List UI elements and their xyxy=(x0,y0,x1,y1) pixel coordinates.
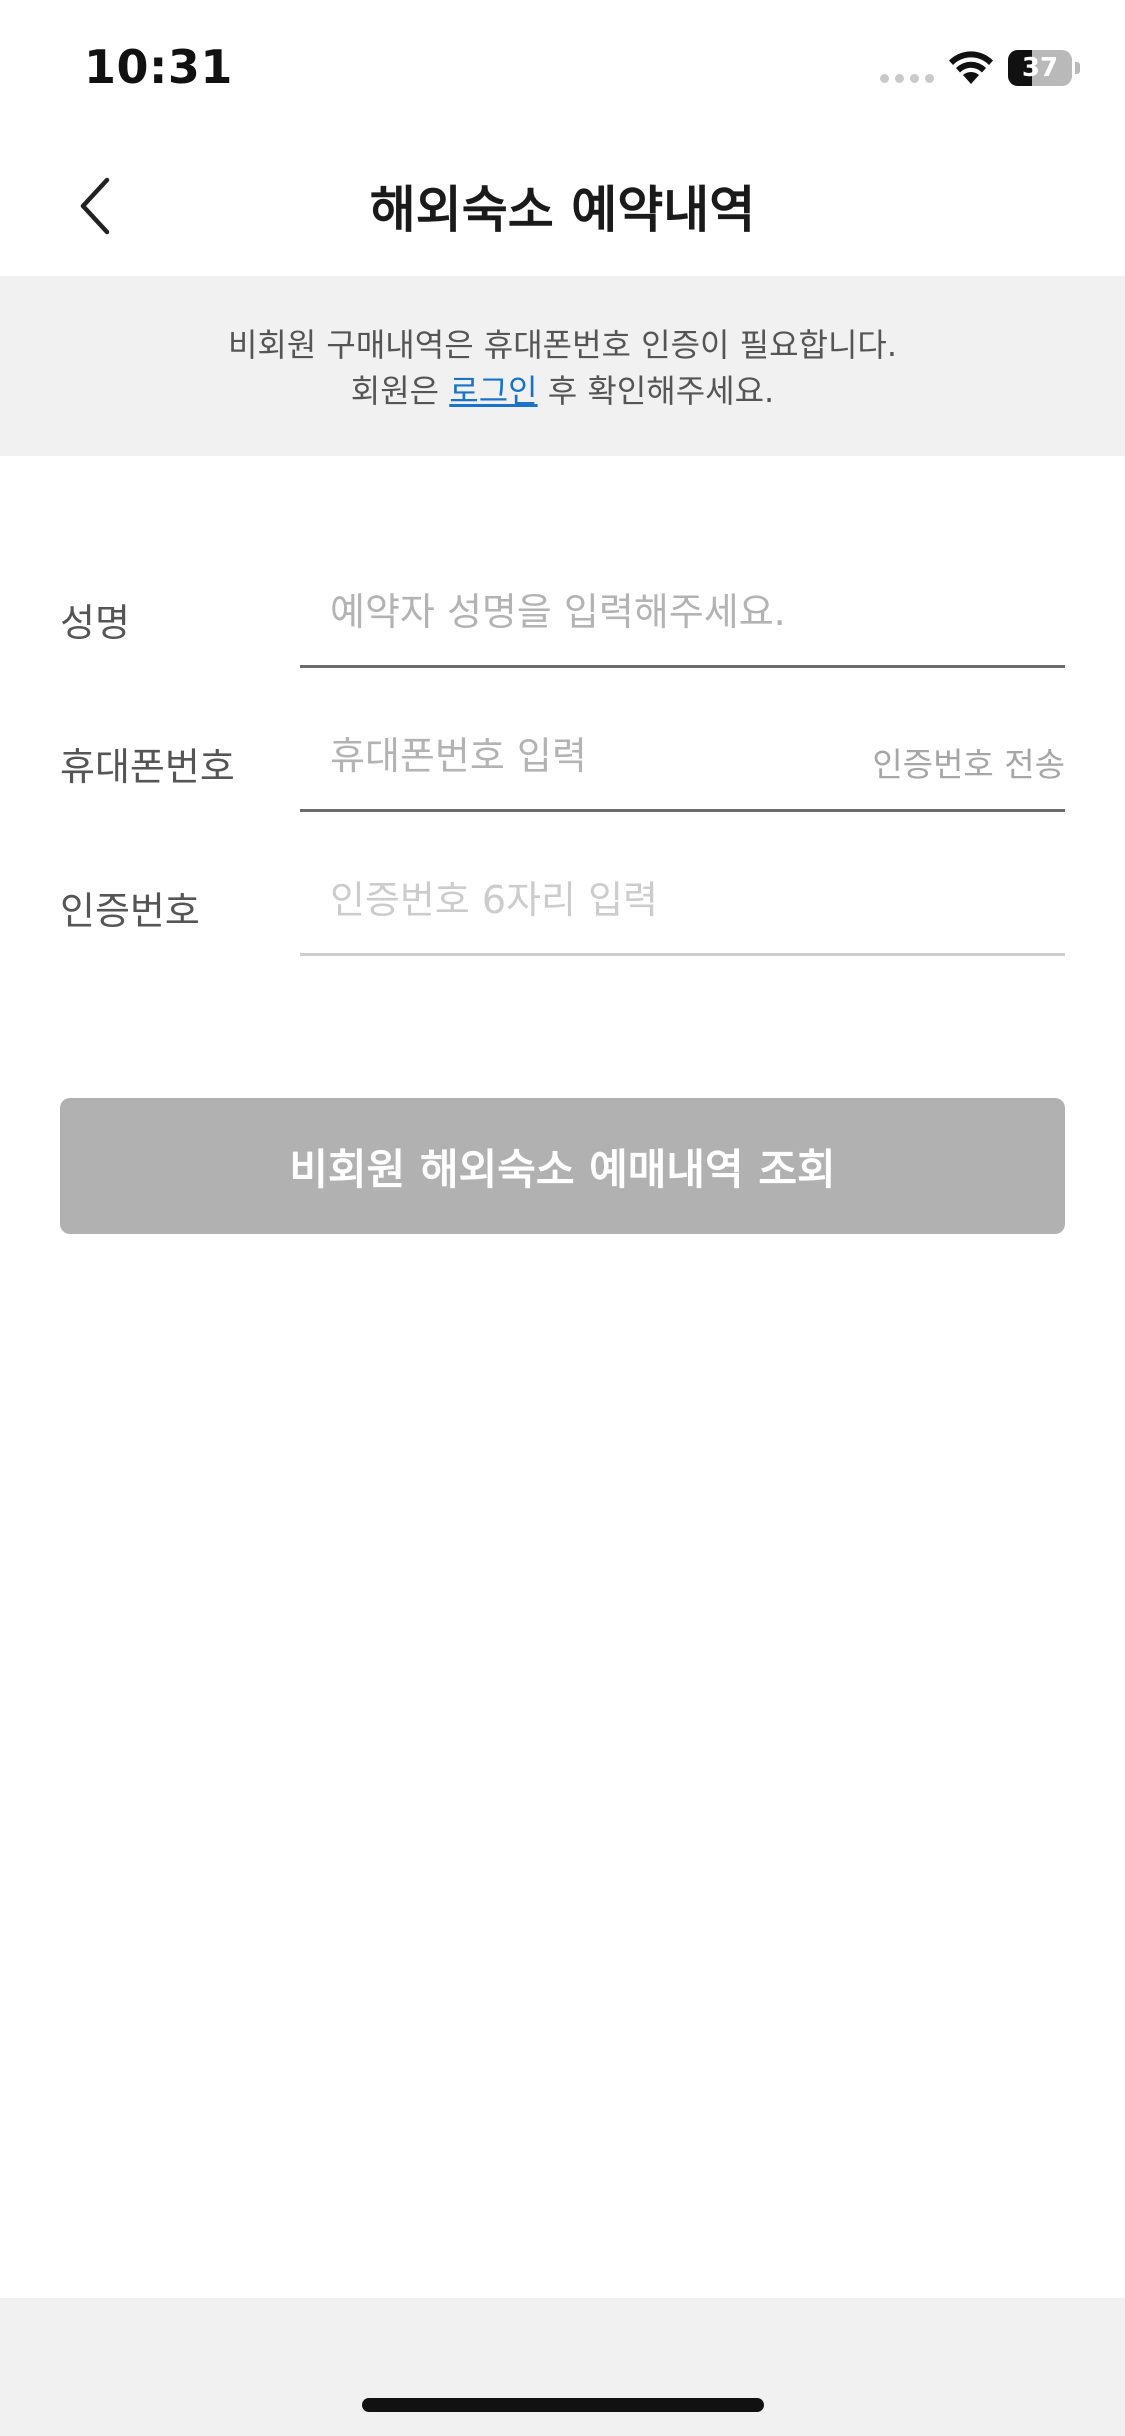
phone-row: 휴대폰번호 인증번호 전송 xyxy=(60,702,1065,812)
send-code-button[interactable]: 인증번호 전송 xyxy=(872,738,1065,786)
notice-line-2-prefix: 회원은 xyxy=(350,372,450,410)
nav-header: 해외숙소 예약내역 xyxy=(0,136,1125,276)
code-label: 인증번호 xyxy=(60,889,200,933)
notice-line-2-suffix: 후 확인해주세요. xyxy=(537,372,775,410)
phone-field-container: 인증번호 전송 xyxy=(300,702,1065,812)
lookup-button[interactable]: 비회원 해외숙소 예매내역 조회 xyxy=(60,1098,1065,1234)
notice-line-1: 비회원 구매내역은 휴대폰번호 인증이 필요합니다. xyxy=(227,326,898,364)
code-field-container xyxy=(300,846,1065,956)
home-indicator[interactable] xyxy=(362,2398,764,2412)
login-link[interactable]: 로그인 xyxy=(449,372,537,410)
bottom-bar xyxy=(0,2298,1125,2436)
cellular-signal-icon xyxy=(880,74,934,83)
name-row: 성명 xyxy=(60,558,1065,668)
status-time: 10:31 xyxy=(84,40,233,94)
verification-code-input[interactable] xyxy=(330,870,830,930)
notice-line-2: 회원은 로그인 후 확인해주세요. xyxy=(0,368,1125,414)
screen: 10:31 37 해외숙소 예약내역 비회원 구매내역은 휴대폰번호 인증이 필… xyxy=(0,0,1125,2436)
name-field-container xyxy=(300,558,1065,668)
battery-level: 37 xyxy=(1021,53,1059,83)
code-row: 인증번호 xyxy=(60,846,1065,956)
wifi-icon xyxy=(949,51,993,84)
page-title: 해외숙소 예약내역 xyxy=(369,181,756,239)
battery-icon: 37 xyxy=(1008,50,1080,86)
notice-banner: 비회원 구매내역은 휴대폰번호 인증이 필요합니다. 회원은 로그인 후 확인해… xyxy=(0,276,1125,456)
status-bar: 10:31 37 xyxy=(0,0,1125,136)
name-input[interactable] xyxy=(330,582,830,642)
name-label: 성명 xyxy=(60,601,130,645)
phone-label: 휴대폰번호 xyxy=(60,745,235,789)
phone-input[interactable] xyxy=(330,726,830,786)
